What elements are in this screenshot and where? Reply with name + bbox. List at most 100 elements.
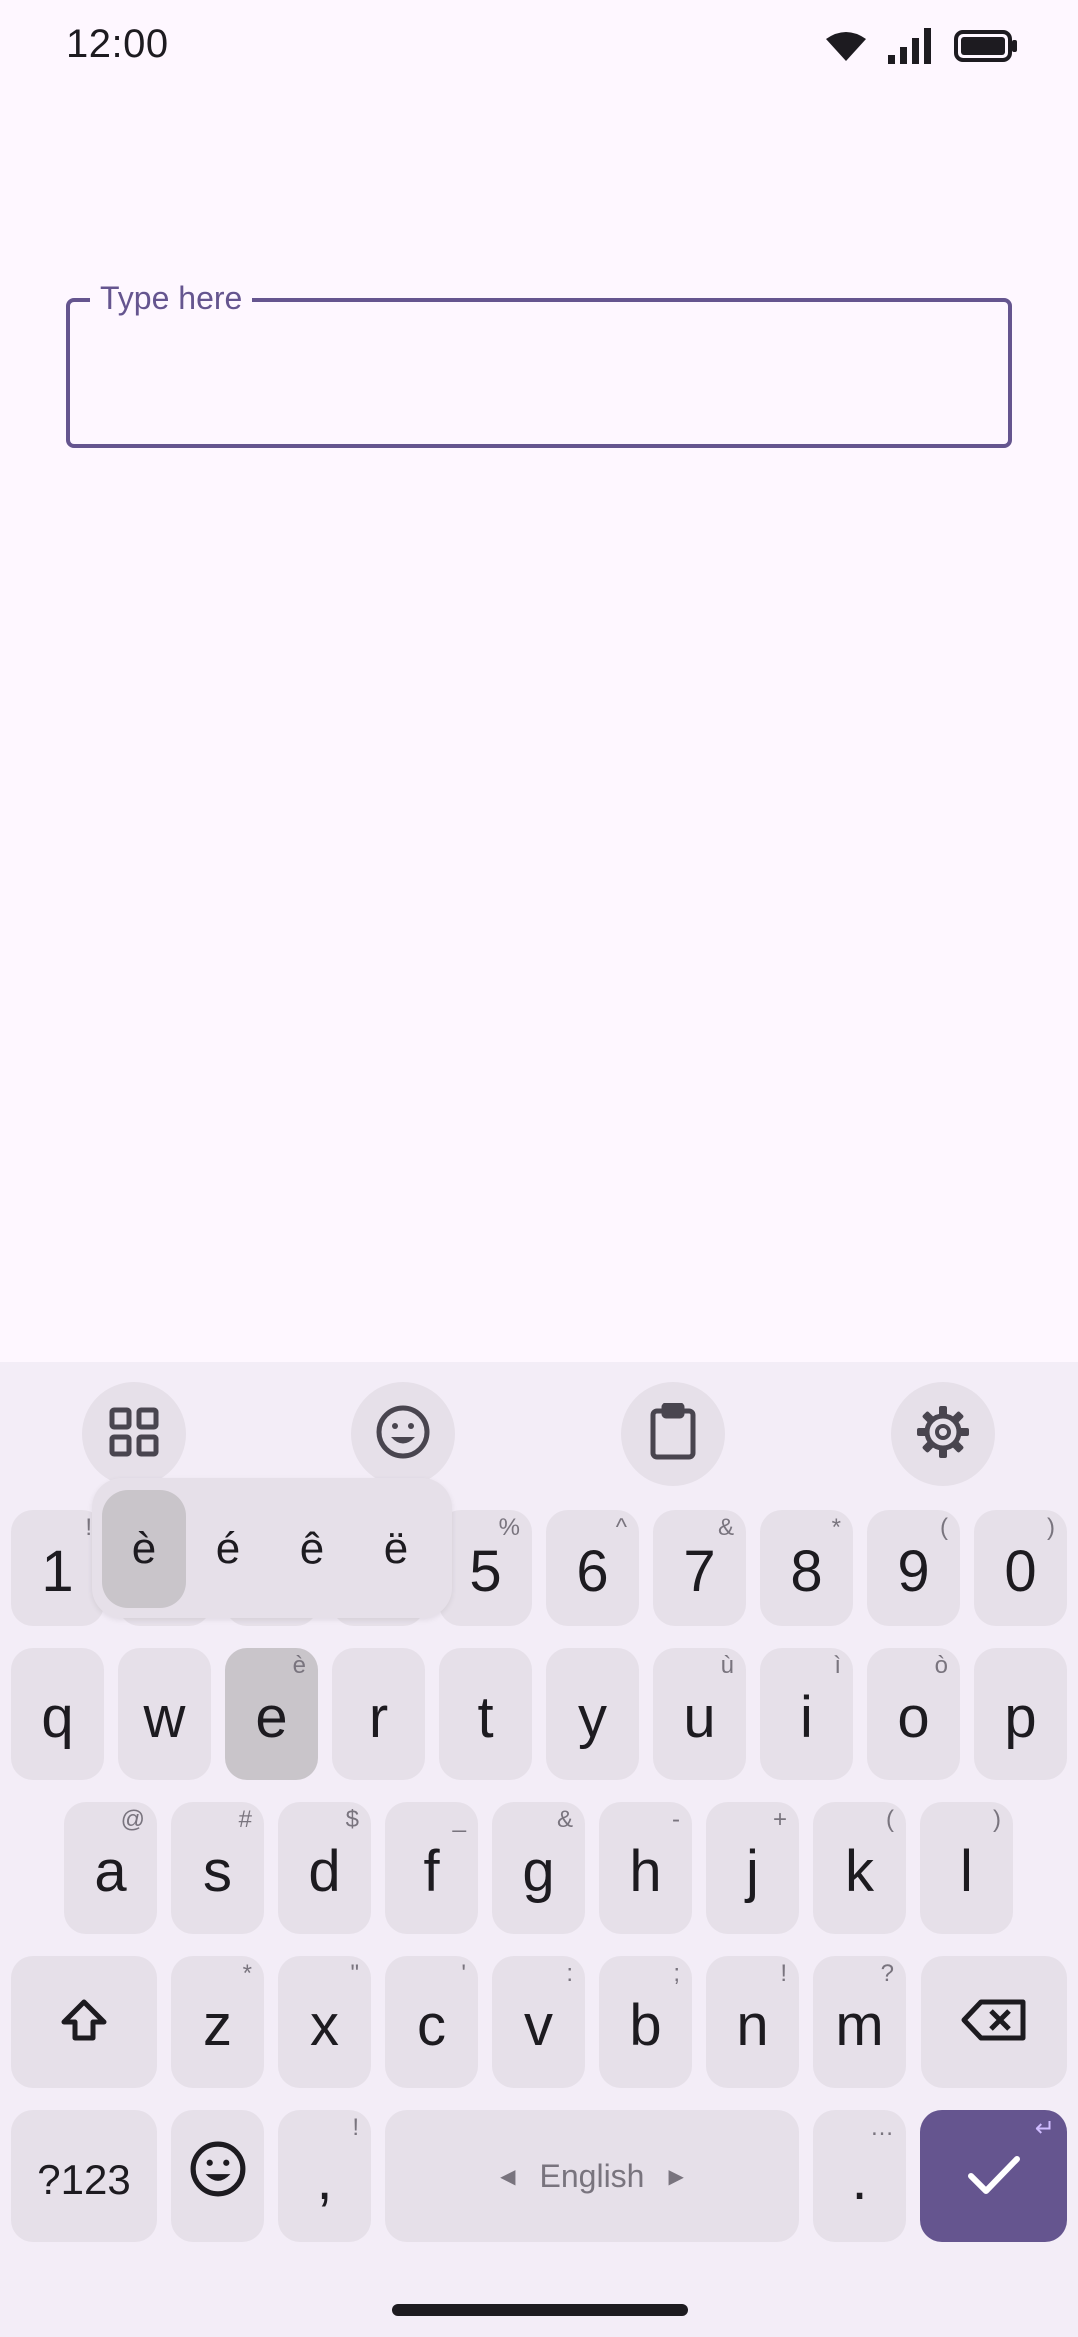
- key-u[interactable]: uù: [653, 1648, 746, 1780]
- backspace-key[interactable]: [921, 1956, 1067, 2088]
- key-9[interactable]: 9(: [867, 1510, 960, 1626]
- clipboard-button[interactable]: [621, 1382, 725, 1486]
- key-hint: &: [717, 1514, 734, 1541]
- comma-key[interactable]: , !: [278, 2110, 371, 2242]
- enter-hint: ↵: [1034, 2115, 1055, 2142]
- comma-key-label: ,: [316, 2147, 333, 2212]
- key-h[interactable]: h-: [599, 1802, 692, 1934]
- key-r[interactable]: r: [332, 1648, 425, 1780]
- key-label: b: [629, 1993, 662, 2058]
- status-icons: [826, 26, 1018, 70]
- key-hint: *: [242, 1960, 252, 1987]
- key-hint: ?: [880, 1960, 894, 1987]
- apps-grid-button[interactable]: [82, 1382, 186, 1486]
- key-q[interactable]: q: [11, 1648, 104, 1780]
- settings-button[interactable]: [891, 1382, 995, 1486]
- apps-grid-icon: [108, 1406, 160, 1463]
- emoji-key[interactable]: [171, 2110, 264, 2242]
- text-input-field[interactable]: Type here: [66, 276, 1012, 448]
- space-bar-label: English: [539, 2157, 645, 2194]
- key-hint: ò: [934, 1652, 948, 1679]
- key-m[interactable]: m?: [813, 1956, 906, 2088]
- key-label: l: [960, 1839, 973, 1904]
- key-x[interactable]: x ": [278, 1956, 371, 2088]
- key-f[interactable]: f _: [385, 1802, 478, 1934]
- key-1[interactable]: 1!: [11, 1510, 104, 1626]
- key-label: r: [368, 1685, 389, 1750]
- right-arrow-icon: ▶: [668, 2165, 684, 2188]
- key-hint: ': [461, 1960, 466, 1987]
- emoji-key-icon: [189, 2140, 247, 2212]
- left-arrow-icon: ◀: [500, 2165, 516, 2188]
- key-7[interactable]: 7 &: [653, 1510, 746, 1626]
- battery-icon: [954, 29, 1018, 67]
- done-key[interactable]: ↵: [920, 2110, 1067, 2242]
- comma-key-hint: !: [352, 2114, 359, 2141]
- space-bar[interactable]: ◀ English ▶: [385, 2110, 799, 2242]
- key-hint: ;: [673, 1960, 680, 1987]
- key-l[interactable]: l): [920, 1802, 1013, 1934]
- key-hint: #: [238, 1806, 252, 1833]
- key-k[interactable]: k(: [813, 1802, 906, 1934]
- backspace-icon: [961, 1989, 1027, 2056]
- key-s[interactable]: s #: [171, 1802, 264, 1934]
- key-hint: ^: [615, 1514, 627, 1541]
- accent-popup: èéêë: [92, 1478, 452, 1618]
- key-hint: :: [566, 1960, 573, 1987]
- key-label: w: [143, 1685, 186, 1750]
- key-p[interactable]: p: [974, 1648, 1067, 1780]
- key-label: 0: [1004, 1539, 1037, 1604]
- key-label: x: [310, 1993, 339, 2058]
- key-e[interactable]: eè: [225, 1648, 318, 1780]
- period-key-label: .: [851, 2147, 868, 2212]
- key-g[interactable]: g &: [492, 1802, 585, 1934]
- key-label: 6: [576, 1539, 609, 1604]
- key-hint: ù: [720, 1652, 734, 1679]
- shift-key[interactable]: [11, 1956, 157, 2088]
- key-b[interactable]: b;: [599, 1956, 692, 2088]
- key-label: o: [897, 1685, 930, 1750]
- accent-option[interactable]: ë: [354, 1490, 438, 1608]
- key-hint: -: [672, 1806, 680, 1833]
- signal-icon: [888, 27, 932, 69]
- home-indicator[interactable]: [392, 2304, 688, 2316]
- key-label: h: [629, 1839, 662, 1904]
- accent-option[interactable]: è: [102, 1490, 186, 1608]
- key-label: c: [417, 1993, 446, 2058]
- key-hint: (: [886, 1806, 894, 1833]
- key-z[interactable]: z *: [171, 1956, 264, 2088]
- key-6[interactable]: 6 ^: [546, 1510, 639, 1626]
- accent-option[interactable]: é: [186, 1490, 270, 1608]
- key-v[interactable]: v:: [492, 1956, 585, 2088]
- key-i[interactable]: iì: [760, 1648, 853, 1780]
- accent-option[interactable]: ê: [270, 1490, 354, 1608]
- key-y[interactable]: y: [546, 1648, 639, 1780]
- key-c[interactable]: c ': [385, 1956, 478, 2088]
- key-8[interactable]: 8 *: [760, 1510, 853, 1626]
- key-a[interactable]: a @: [64, 1802, 157, 1934]
- emoji-toolbar-button[interactable]: [351, 1382, 455, 1486]
- key-label: g: [522, 1839, 555, 1904]
- status-time: 12:00: [66, 22, 169, 66]
- key-hint: &: [556, 1806, 573, 1833]
- key-label: u: [683, 1685, 716, 1750]
- period-key[interactable]: . …: [813, 2110, 906, 2242]
- symbols-key[interactable]: ?123: [11, 2110, 157, 2242]
- wifi-icon: [826, 31, 866, 66]
- period-key-hint: …: [870, 2114, 894, 2141]
- key-d[interactable]: d $: [278, 1802, 371, 1934]
- key-t[interactable]: t: [439, 1648, 532, 1780]
- key-n[interactable]: n!: [706, 1956, 799, 2088]
- key-label: j: [746, 1839, 759, 1904]
- key-label: k: [845, 1839, 874, 1904]
- key-0[interactable]: 0): [974, 1510, 1067, 1626]
- key-j[interactable]: j +: [706, 1802, 799, 1934]
- key-label: z: [203, 1993, 232, 2058]
- key-hint: è: [292, 1652, 306, 1679]
- key-o[interactable]: oò: [867, 1648, 960, 1780]
- key-label: 9: [897, 1539, 930, 1604]
- key-hint: ): [1047, 1514, 1055, 1541]
- key-label: d: [308, 1839, 341, 1904]
- key-5[interactable]: 5%: [439, 1510, 532, 1626]
- key-w[interactable]: w: [118, 1648, 211, 1780]
